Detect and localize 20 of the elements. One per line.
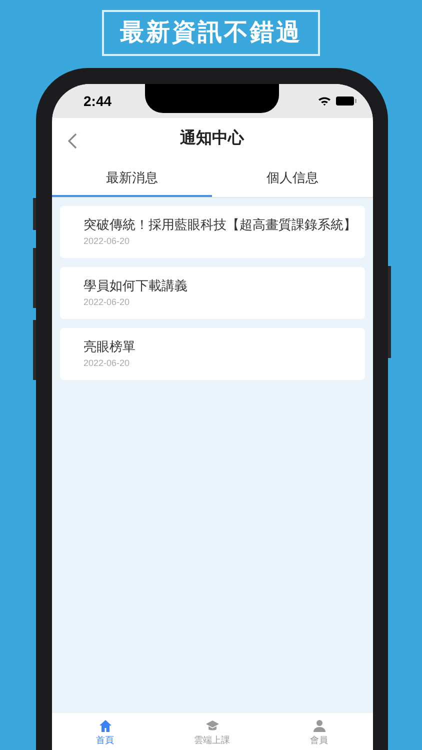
page-title: 通知中心 [180, 128, 244, 149]
banner-title: 最新資訊不錯過 [102, 10, 320, 56]
notice-card[interactable]: 突破傳統！採用藍眼科技【超高畫質課錄系統】 2022-06-20 [60, 206, 364, 258]
notice-title: 突破傳統！採用藍眼科技【超高畫質課錄系統】 [84, 216, 356, 234]
status-time: 2:44 [84, 92, 112, 110]
home-icon [98, 719, 112, 733]
back-icon[interactable] [68, 133, 76, 149]
notice-title: 學員如何下載講義 [84, 277, 188, 295]
notice-card[interactable]: 亮眼榜單 2022-06-20 [60, 328, 364, 380]
notice-card[interactable]: 學員如何下載講義 2022-06-20 [60, 267, 364, 319]
person-icon [312, 719, 326, 733]
notice-date: 2022-06-20 [84, 296, 130, 309]
notice-date: 2022-06-20 [84, 235, 130, 248]
graduation-cap-icon [204, 719, 220, 733]
battery-icon [336, 96, 356, 106]
tab[interactable]: 個人信息 [212, 160, 372, 197]
tab-bar-item[interactable]: 首頁 [52, 713, 158, 750]
notice-date: 2022-06-20 [84, 357, 130, 370]
wifi-icon [318, 96, 330, 106]
notice-title: 亮眼榜單 [84, 338, 136, 356]
